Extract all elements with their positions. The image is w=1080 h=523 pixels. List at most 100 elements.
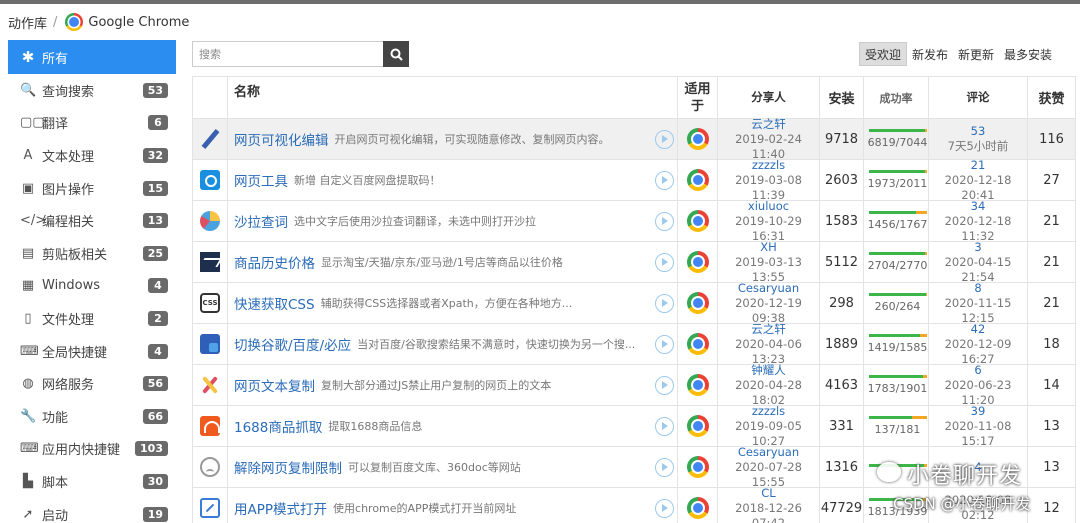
action-description: 提取1688商品信息 <box>328 420 423 433</box>
install-count: 5112 <box>820 242 864 282</box>
sharer-link[interactable]: XH <box>760 240 777 255</box>
sharer-link[interactable]: CL <box>761 486 775 501</box>
action-name-link[interactable]: 商品历史价格 <box>234 252 315 272</box>
sharer-link[interactable]: Cesaryuan <box>738 445 799 460</box>
play-icon[interactable] <box>655 253 674 272</box>
chrome-icon <box>686 374 709 396</box>
sidebar-item-label: 文本处理 <box>42 149 95 165</box>
header-likes[interactable]: 获赞 <box>1028 77 1076 118</box>
sidebar-item[interactable]: </> 编程相关 13 <box>8 204 176 237</box>
sidebar-item[interactable]: ▣ 图片操作 15 <box>8 172 176 205</box>
success-rate-bar <box>868 416 927 419</box>
table-row[interactable]: CSS 快速获取CSS 辅助获得CSS选择器或者Xpath，方便在各种地方... Ce… <box>192 281 1076 325</box>
play-icon[interactable] <box>655 335 674 354</box>
play-icon[interactable] <box>655 294 674 313</box>
action-description: 复制大部分通过JS禁止用户复制的网页上的文本 <box>321 379 552 392</box>
comment-count-link[interactable]: 39 <box>971 404 986 419</box>
table-row[interactable]: 网页文本复制 复制大部分通过JS禁止用户复制的网页上的文本 钟耀人 2020-04-2… <box>192 363 1076 407</box>
sharer-link[interactable]: xiuluoc <box>748 199 789 214</box>
sidebar-item-label: 剪贴板相关 <box>42 247 108 263</box>
comment-count-link[interactable]: 53 <box>971 124 986 139</box>
install-count: 331 <box>820 406 864 446</box>
action-name-link[interactable]: 解除网页复制限制 <box>234 457 342 477</box>
sidebar-item[interactable]: 🔧 功能 66 <box>8 400 176 433</box>
search-icon <box>390 48 403 61</box>
sidebar-item[interactable]: ◍ 网络服务 56 <box>8 367 176 400</box>
table-row[interactable]: 1688商品抓取 提取1688商品信息 zzzzls 2019-09-05 10:27… <box>192 404 1076 448</box>
comment-count-link[interactable]: 21 <box>971 158 986 173</box>
sort-tab[interactable]: 最多安装 <box>999 42 1057 66</box>
comment-count-link[interactable]: 6 <box>974 363 981 378</box>
play-icon[interactable] <box>655 212 674 231</box>
app-icon <box>200 498 220 518</box>
action-name-link[interactable]: 1688商品抓取 <box>234 416 322 436</box>
like-count: 27 <box>1028 160 1076 200</box>
sharer-link[interactable]: 钟耀人 <box>751 363 786 378</box>
breadcrumb-root[interactable]: 动作库 <box>8 13 47 32</box>
action-name-link[interactable]: 沙拉查词 <box>234 211 288 231</box>
sidebar-item[interactable]: ▙ 脚本 30 <box>8 465 176 498</box>
play-icon[interactable] <box>655 130 674 149</box>
table-row[interactable]: 沙拉查词 选中文字后使用沙拉查词翻译，未选中则打开沙拉 xiuluoc 2019-10… <box>192 199 1076 243</box>
table-row[interactable]: 切换谷歌/百度/必应 当对百度/谷歌搜索结果不满意时，快速切换为另一个搜... 云之… <box>192 322 1076 366</box>
success-rate-bar <box>868 252 927 255</box>
sidebar-item[interactable]: ✱ 所有 <box>8 40 176 74</box>
action-name-link[interactable]: 网页文本复制 <box>234 375 315 395</box>
sidebar-item[interactable]: ⌨ 全局快捷键 4 <box>8 335 176 368</box>
sharer-link[interactable]: 云之轩 <box>751 322 786 337</box>
play-icon[interactable] <box>655 458 674 477</box>
sidebar-item[interactable]: ▦ Windows 4 <box>8 270 176 303</box>
sidebar-item[interactable]: ▢▢ 翻译 6 <box>8 107 176 140</box>
play-icon[interactable] <box>655 499 674 518</box>
action-name-link[interactable]: 网页工具 <box>234 170 288 190</box>
header-comments[interactable]: 评论 <box>929 77 1028 118</box>
header-installs[interactable]: 安装 <box>820 77 864 118</box>
search-icon: 🔍 <box>20 82 37 98</box>
failure-segment <box>924 129 927 132</box>
sort-tab[interactable]: 新发布 <box>907 42 953 66</box>
play-icon[interactable] <box>655 417 674 436</box>
sort-tab[interactable]: 新更新 <box>953 42 999 66</box>
sidebar-item[interactable]: 🔍 查询搜索 53 <box>8 74 176 107</box>
play-icon[interactable] <box>655 376 674 395</box>
sort-tabs: 受欢迎 新发布 新更新 最多安装 <box>859 42 1057 66</box>
action-name-link[interactable]: 网页可视化编辑 <box>234 129 329 149</box>
table-row[interactable]: 网页可视化编辑 开启网页可视化编辑，可实现随意修改、复制网页内容。 云之轩 2019-… <box>192 117 1076 161</box>
action-description: 当对百度/谷歌搜索结果不满意时，快速切换为另一个搜... <box>357 338 636 351</box>
sidebar-item[interactable]: ▤ 剪贴板相关 25 <box>8 237 176 270</box>
comment-time: 7天5小时前 <box>947 139 1009 153</box>
table-row[interactable]: 网页工具 新增 自定义百度网盘提取码！ zzzzls 2019-03-08 11:39… <box>192 158 1076 202</box>
sidebar-item-label: 文件处理 <box>42 312 95 328</box>
search-input[interactable] <box>192 41 383 67</box>
action-description: 可以复制百度文库、360doc等网站 <box>348 461 521 474</box>
count-badge: 2 <box>148 310 168 326</box>
chrome-icon <box>686 251 709 273</box>
success-count: 6819/7044 <box>867 136 928 149</box>
action-name-link[interactable]: 快速获取CSS <box>234 293 315 313</box>
play-icon[interactable] <box>655 171 674 190</box>
sharer-link[interactable]: Cesaryuan <box>738 281 799 296</box>
sharer-link[interactable]: zzzzls <box>752 158 785 173</box>
sharer-link[interactable]: 云之轩 <box>751 117 786 132</box>
breadcrumb: 动作库 / Google Chrome <box>8 12 189 32</box>
comment-count-link[interactable]: 3 <box>974 240 981 255</box>
sidebar-item[interactable]: ⌨ 应用内快捷键 103 <box>8 433 176 466</box>
watermark-caption: CSDN @小卷聊开发 <box>893 495 1031 513</box>
action-description: 显示淘宝/天猫/京东/亚马逊/1号店等商品以往价格 <box>321 256 563 269</box>
table-row[interactable]: 商品历史价格 显示淘宝/天猫/京东/亚马逊/1号店等商品以往价格 XH 2019-03… <box>192 240 1076 284</box>
success-count: 1973/2011 <box>867 177 928 190</box>
comment-count-link[interactable]: 42 <box>971 322 986 337</box>
action-name-link[interactable]: 用APP模式打开 <box>234 498 327 518</box>
sidebar-item[interactable]: ▯ 文件处理 2 <box>8 302 176 335</box>
sort-tab[interactable]: 受欢迎 <box>859 42 908 66</box>
comment-count-link[interactable]: 8 <box>974 281 981 296</box>
failure-segment <box>922 375 927 378</box>
header-sharer[interactable]: 分享人 <box>718 77 820 118</box>
sidebar-item[interactable]: ➚ 启动 19 <box>8 498 176 523</box>
sharer-link[interactable]: zzzzls <box>752 404 785 419</box>
action-name-link[interactable]: 切换谷歌/百度/必应 <box>234 334 351 354</box>
search-button[interactable] <box>383 41 409 67</box>
sidebar-item[interactable]: A 文本处理 32 <box>8 139 176 172</box>
header-success[interactable]: 成功率 <box>864 77 929 118</box>
comment-count-link[interactable]: 34 <box>971 199 986 214</box>
